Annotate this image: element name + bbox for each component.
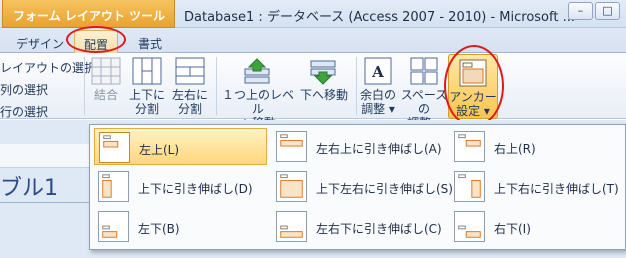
ribbon-panel: レイアウトの選択 列の選択 行の選択 結合 上下に 分割 左右に 分割 １つ上の… <box>0 53 626 130</box>
form-header-divider <box>0 202 96 203</box>
move-up-icon <box>244 58 270 84</box>
anchor-option-label: 右下(I) <box>494 222 531 236</box>
document-tab-strip <box>0 144 96 168</box>
anchor-option-bottom-left[interactable]: 左下(B) <box>94 208 267 245</box>
margins-label-2: 調整 ▾ <box>361 102 395 116</box>
svg-text:A: A <box>371 63 384 81</box>
merge-button[interactable]: 結合 <box>88 57 124 102</box>
margins-button[interactable]: A 余白の 調整 ▾ <box>358 57 398 116</box>
contextual-tool-tab[interactable]: フォーム レイアウト ツール <box>2 0 175 28</box>
anchor-option-label: 右上(R) <box>494 142 536 156</box>
window-title: Database1 : データベース (Access 2007 - 2010) … <box>184 10 575 25</box>
anchor-option-label: 左右下に引き伸ばし(C) <box>316 222 442 236</box>
split-horizontal-label-2: 分割 <box>177 102 202 116</box>
split-vertical-icon <box>132 57 162 85</box>
anchor-stretch-across-top-icon <box>276 131 307 162</box>
split-horizontal-label-1: 左右に <box>171 88 208 102</box>
anchor-option-bottom-right[interactable]: 右下(I) <box>450 208 623 245</box>
anchor-option-stretch-down-right[interactable]: 上下右に引き伸ばし(T) <box>450 168 623 205</box>
tab-design[interactable]: デザイン <box>6 30 74 53</box>
split-vertical-button[interactable]: 上下に 分割 <box>127 57 167 116</box>
move-down-label: 下へ移動 <box>299 88 348 102</box>
anchor-option-stretch-down-across[interactable]: 上下左右に引き伸ばし(S) <box>272 168 453 205</box>
select-column-command[interactable]: 列の選択 <box>0 81 48 98</box>
anchor-option-stretch-across-top[interactable]: 左右上に引き伸ばし(A) <box>272 128 445 165</box>
annotation-circle-layout-tab <box>66 26 126 53</box>
merge-label: 結合 <box>93 88 118 102</box>
select-row-command[interactable]: 行の選択 <box>0 103 48 120</box>
restore-button[interactable]: □ <box>595 2 620 20</box>
anchor-top-left-icon <box>99 132 130 163</box>
control-padding-icon <box>410 57 438 85</box>
move-down-button[interactable]: 下へ移動 <box>297 57 351 102</box>
title-bar: フォーム レイアウト ツール Database1 : データベース (Acces… <box>0 0 626 28</box>
anchor-top-right-icon <box>454 131 485 162</box>
control-margins-icon: A <box>364 57 392 85</box>
ribbon-separator <box>216 57 217 115</box>
anchor-option-stretch-across-bottom[interactable]: 左右下に引き伸ばし(C) <box>272 208 445 245</box>
anchor-option-label: 上下左右に引き伸ばし(S) <box>316 182 453 196</box>
split-vertical-label-1: 上下に <box>128 88 165 102</box>
move-up-label-1: １つ上のレベル <box>221 88 294 116</box>
split-horizontal-button[interactable]: 左右に 分割 <box>170 57 210 116</box>
anchor-option-label: 左上(L) <box>139 143 180 157</box>
ribbon-separator <box>356 57 357 115</box>
ribbon-separator <box>84 57 85 115</box>
anchor-option-label: 上下に引き伸ばし(D) <box>138 182 253 196</box>
anchor-stretch-down-across-icon <box>276 171 307 202</box>
anchor-stretch-down-icon <box>98 171 129 202</box>
annotation-circle-anchor-button <box>444 45 504 127</box>
anchor-stretch-down-right-icon <box>454 171 485 202</box>
anchor-bottom-left-icon <box>98 211 129 242</box>
select-layout-command[interactable]: レイアウトの選択 <box>0 59 96 76</box>
tab-format[interactable]: 書式 <box>128 30 172 53</box>
anchor-dropdown-gallery: 左上(L) 左右上に引き伸ばし(A) 右上(R) 上下に引き伸ばし(D) 上下左… <box>89 124 626 250</box>
move-down-icon <box>310 60 336 85</box>
anchor-option-stretch-down[interactable]: 上下に引き伸ばし(D) <box>94 168 267 205</box>
minimize-button[interactable]: – <box>568 2 593 20</box>
anchor-option-top-right[interactable]: 右上(R) <box>450 128 623 165</box>
anchor-stretch-across-bottom-icon <box>276 211 307 242</box>
anchor-option-label: 左右上に引き伸ばし(A) <box>316 142 442 156</box>
padding-label-1: スペースの <box>400 88 448 116</box>
anchor-bottom-right-icon <box>454 211 485 242</box>
margins-label-1: 余白の <box>359 88 396 102</box>
form-title-fragment: ブル1 <box>0 176 58 201</box>
anchor-option-label: 左下(B) <box>138 222 180 236</box>
split-vertical-label-2: 分割 <box>134 102 159 116</box>
split-horizontal-icon <box>175 57 205 85</box>
merge-cells-icon <box>91 57 121 85</box>
anchor-option-top-left[interactable]: 左上(L) <box>94 128 267 165</box>
anchor-option-label: 上下右に引き伸ばし(T) <box>494 182 619 196</box>
